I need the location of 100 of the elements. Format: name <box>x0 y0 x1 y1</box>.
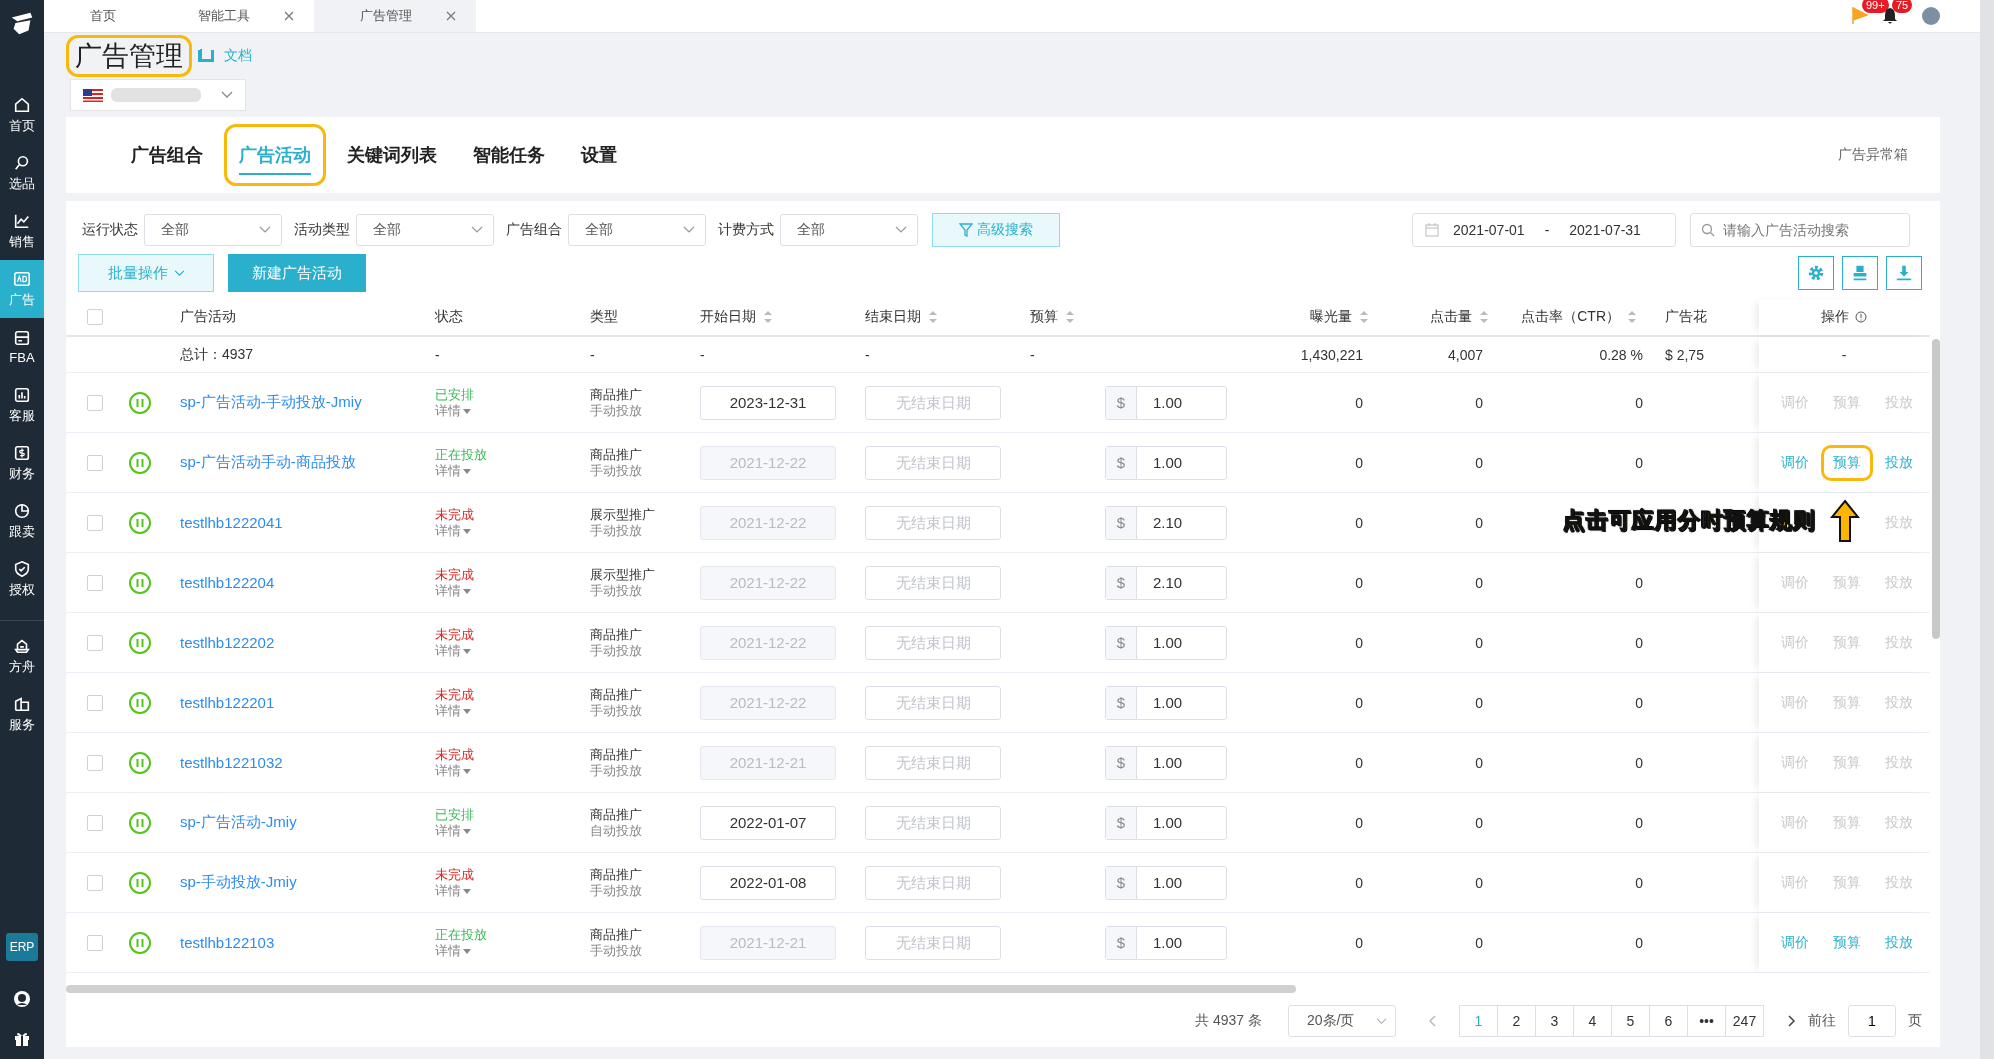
page-button[interactable]: 247 <box>1725 1005 1764 1037</box>
checkbox[interactable] <box>87 634 103 651</box>
budget-field[interactable]: $ 1.00 <box>1105 925 1227 960</box>
details-link[interactable]: 详情 <box>435 703 461 719</box>
close-icon[interactable] <box>284 11 294 21</box>
filter-select[interactable]: 全部 <box>568 214 706 246</box>
sidebar-item[interactable]: 服务 <box>0 685 44 743</box>
caret-icon[interactable] <box>463 528 471 534</box>
pause-icon[interactable] <box>128 690 152 715</box>
caret-icon[interactable] <box>463 828 471 834</box>
campaign-link[interactable]: sp-广告活动-Jmiy <box>180 813 297 832</box>
sort-icon[interactable] <box>1065 310 1075 324</box>
sidebar-item[interactable]: 财务 <box>0 434 44 492</box>
details-link[interactable]: 详情 <box>435 523 461 539</box>
end-date-field[interactable]: 无结束日期 <box>865 745 1001 780</box>
budget-field[interactable]: $ 2.10 <box>1105 565 1227 600</box>
end-date-field[interactable]: 无结束日期 <box>865 565 1001 600</box>
budget-field[interactable]: $ 1.00 <box>1105 385 1227 420</box>
next-page-icon[interactable] <box>1788 1015 1796 1027</box>
pause-icon[interactable] <box>128 450 152 475</box>
budget-field[interactable]: $ 1.00 <box>1105 865 1227 900</box>
campaign-link[interactable]: sp-手动投放-Jmiy <box>180 873 297 892</box>
sort-icon[interactable] <box>1359 310 1369 324</box>
page-number-field[interactable]: 1 <box>1848 1005 1896 1037</box>
caret-icon[interactable] <box>463 768 471 774</box>
action-link[interactable]: 调价 <box>1769 924 1821 961</box>
details-link[interactable]: 详情 <box>435 643 461 659</box>
sidebar-item[interactable]: 授权 <box>0 550 44 608</box>
details-link[interactable]: 详情 <box>435 583 461 599</box>
pause-icon[interactable] <box>128 630 152 655</box>
checkbox[interactable] <box>87 754 103 771</box>
start-date-field[interactable]: 2023-12-31 <box>700 385 836 420</box>
pause-icon[interactable] <box>128 810 152 835</box>
caret-icon[interactable] <box>463 708 471 714</box>
anomaly-box-link[interactable]: 广告异常箱 <box>1838 146 1908 164</box>
print-button[interactable] <box>1842 256 1878 290</box>
sort-icon[interactable] <box>1627 310 1637 324</box>
page-button[interactable]: 2 <box>1497 1005 1536 1037</box>
erp-badge[interactable]: ERP <box>5 933 39 961</box>
pause-icon[interactable] <box>128 390 152 415</box>
end-date-field[interactable]: 无结束日期 <box>865 445 1001 480</box>
page-button[interactable]: 5 <box>1611 1005 1650 1037</box>
scrollbar[interactable] <box>1932 339 1940 639</box>
page-button[interactable]: 1 <box>1459 1005 1498 1037</box>
previous-page-icon[interactable] <box>1428 1015 1436 1027</box>
page-button[interactable]: ••• <box>1687 1005 1726 1037</box>
action-link[interactable]: 预算 <box>1821 924 1873 961</box>
budget-field[interactable]: $ 2.10 <box>1105 505 1227 540</box>
end-date-field[interactable]: 无结束日期 <box>865 805 1001 840</box>
pause-icon[interactable] <box>128 510 152 535</box>
campaign-link[interactable]: testlhb122204 <box>180 574 275 591</box>
search-field[interactable]: 请输入广告活动搜索 <box>1690 213 1910 247</box>
campaign-link[interactable]: testlhb122103 <box>180 934 275 951</box>
sidebar-item[interactable]: FBA <box>0 318 44 376</box>
avatar[interactable] <box>1922 7 1940 25</box>
budget-field[interactable]: $ 1.00 <box>1105 745 1227 780</box>
tab[interactable]: 关键词列表 <box>332 124 452 186</box>
end-date-field[interactable]: 无结束日期 <box>865 505 1001 540</box>
tab[interactable]: 广告组合 <box>116 124 218 186</box>
pause-icon[interactable] <box>128 750 152 775</box>
page-tab[interactable]: 广告管理 <box>314 0 476 32</box>
page-size-select[interactable]: 20条/页 <box>1288 1005 1396 1037</box>
sidebar-item[interactable]: 跟卖 <box>0 492 44 550</box>
start-date-field[interactable]: 2022-01-07 <box>700 805 836 840</box>
page-tab[interactable]: 智能工具 <box>152 0 314 32</box>
action-link[interactable]: 投放 <box>1873 924 1925 961</box>
flag-icon[interactable] <box>1852 7 1868 25</box>
bell-icon[interactable] <box>1882 7 1898 25</box>
caret-icon[interactable] <box>463 648 471 654</box>
checkbox[interactable] <box>87 454 103 471</box>
account-select[interactable] <box>70 79 246 111</box>
end-date-field[interactable]: 无结束日期 <box>865 865 1001 900</box>
page-button[interactable]: 6 <box>1649 1005 1688 1037</box>
pause-icon[interactable] <box>128 870 152 895</box>
page-button[interactable]: 3 <box>1535 1005 1574 1037</box>
checkbox[interactable] <box>87 694 103 711</box>
tab[interactable]: 智能任务 <box>458 124 560 186</box>
checkbox[interactable] <box>87 814 103 831</box>
sidebar-item[interactable]: 广告 <box>0 260 44 318</box>
sort-icon[interactable] <box>928 310 938 324</box>
tab[interactable]: 设置 <box>566 124 632 186</box>
action-link[interactable]: 预算 <box>1821 444 1873 481</box>
caret-icon[interactable] <box>463 948 471 954</box>
details-link[interactable]: 详情 <box>435 943 461 959</box>
end-date-field[interactable]: 无结束日期 <box>865 385 1001 420</box>
support-icon[interactable] <box>12 989 32 1009</box>
caret-icon[interactable] <box>463 888 471 894</box>
checkbox[interactable] <box>87 309 103 325</box>
sort-icon[interactable] <box>1479 310 1489 324</box>
caret-icon[interactable] <box>463 588 471 594</box>
scrollbar[interactable] <box>1980 0 1994 1059</box>
end-date-field[interactable]: 无结束日期 <box>865 625 1001 660</box>
checkbox[interactable] <box>87 574 103 591</box>
sidebar-item[interactable]: 销售 <box>0 202 44 260</box>
settings-button[interactable] <box>1798 256 1834 290</box>
start-date-field[interactable]: 2022-01-08 <box>700 865 836 900</box>
details-link[interactable]: 详情 <box>435 883 461 899</box>
budget-field[interactable]: $ 1.00 <box>1105 445 1227 480</box>
date-range-field[interactable]: 2021-07-01 - 2021-07-31 <box>1412 213 1676 247</box>
end-date-field[interactable]: 无结束日期 <box>865 925 1001 960</box>
